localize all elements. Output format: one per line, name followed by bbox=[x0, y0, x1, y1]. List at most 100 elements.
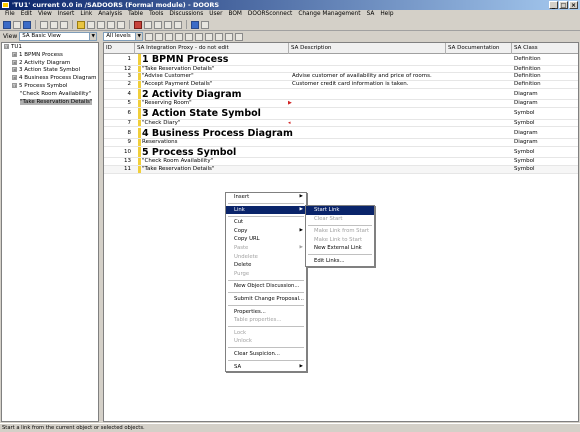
outline-icon[interactable] bbox=[175, 32, 184, 41]
table-row[interactable]: 6 3 Action State Symbol Symbol bbox=[104, 108, 578, 120]
properties-icon[interactable] bbox=[225, 32, 234, 41]
menu-item-clear-suspicion[interactable]: Clear Suspicion... bbox=[226, 350, 306, 359]
tree-node[interactable]: ⊟ 5 Process Symbol bbox=[2, 82, 98, 91]
tree-node[interactable]: ⊞ 3 Action State Symbol bbox=[2, 67, 98, 75]
column-header-id[interactable]: ID bbox=[104, 43, 135, 54]
insert-child-icon[interactable] bbox=[60, 20, 68, 29]
cut-icon[interactable] bbox=[87, 20, 95, 29]
table-row[interactable]: 8 4 Business Process Diagram Diagram bbox=[104, 127, 578, 139]
menu-item-new-external-link[interactable]: New External Link bbox=[306, 244, 374, 253]
column-header-description[interactable]: SA Description bbox=[289, 43, 446, 54]
menu-item-insert[interactable]: Insert ▶ bbox=[226, 193, 306, 202]
menu-item-start-link[interactable]: Start Link bbox=[306, 206, 374, 215]
menu-item-link[interactable]: Link ▶ bbox=[226, 205, 306, 215]
copy-icon[interactable] bbox=[97, 20, 105, 29]
print-icon[interactable] bbox=[13, 20, 21, 29]
table-row[interactable]: 10 5 Process Symbol Symbol bbox=[104, 146, 578, 159]
menu-sa[interactable]: SA bbox=[364, 10, 378, 19]
menu-separator bbox=[228, 326, 304, 328]
maximize-button[interactable]: □ bbox=[559, 1, 568, 9]
menu-insert[interactable]: Insert bbox=[55, 10, 78, 19]
spellcheck-icon[interactable] bbox=[174, 20, 182, 29]
sort-icon[interactable] bbox=[154, 20, 162, 29]
menu-item-cut[interactable]: Cut bbox=[226, 218, 306, 227]
menu-change-management[interactable]: Change Management bbox=[295, 10, 363, 19]
column-header-documentation[interactable]: SA Documentation bbox=[446, 43, 512, 54]
insert-above-icon[interactable] bbox=[40, 20, 48, 29]
menu-edit[interactable]: Edit bbox=[18, 10, 35, 19]
help-icon[interactable] bbox=[201, 20, 209, 29]
tree-node[interactable]: "Check Room Availability" bbox=[2, 91, 98, 99]
menu-link[interactable]: Link bbox=[77, 10, 95, 19]
class-cell: Diagram bbox=[514, 129, 538, 136]
menu-view[interactable]: View bbox=[35, 10, 55, 19]
view-select[interactable]: SA Basic View ▼ bbox=[19, 32, 98, 41]
table-row[interactable]: 3 "Advise Customer" Advise customer of ava… bbox=[104, 73, 578, 82]
collapse-icon[interactable]: ⊟ bbox=[12, 82, 17, 88]
tree-node[interactable]: ⊞ 2 Activity Diagram bbox=[2, 59, 98, 68]
table-row[interactable]: 11 "Take Reservation Details" Symbol bbox=[104, 166, 578, 174]
filter-icon[interactable] bbox=[145, 32, 154, 41]
table-row[interactable]: 5 "Reserving Room" ▶ Diagram bbox=[104, 100, 578, 109]
tree-node[interactable]: ⊟ TU1 bbox=[2, 44, 98, 52]
show-graphics-icon[interactable] bbox=[165, 32, 174, 41]
column-header-class[interactable]: SA Class bbox=[512, 43, 578, 54]
object-id-cell: 8 bbox=[127, 129, 132, 136]
menu-item-copy-url[interactable]: Copy URL bbox=[226, 235, 306, 244]
minimize-button[interactable]: _ bbox=[549, 1, 558, 9]
menu-file[interactable]: File bbox=[2, 10, 18, 19]
expand-icon[interactable]: ⊞ bbox=[12, 59, 17, 65]
menu-user[interactable]: User bbox=[206, 10, 225, 19]
levels-select[interactable]: All levels ▼ bbox=[103, 32, 144, 41]
table-row[interactable]: 12 "Take Reservation Details" Definition bbox=[104, 65, 578, 74]
menu-item-submit-change-proposal[interactable]: Submit Change Proposal... bbox=[226, 295, 306, 304]
show-tree-icon[interactable] bbox=[155, 32, 164, 41]
column-header-proxy[interactable]: SA Integration Proxy - do not edit bbox=[135, 43, 289, 54]
table-row[interactable]: 7 "Check Diary" ◂ Symbol bbox=[104, 119, 578, 128]
menu-doorsconnect[interactable]: DOORSconnect bbox=[245, 10, 295, 19]
module-icon[interactable] bbox=[23, 20, 31, 29]
menu-item-properties[interactable]: Properties... bbox=[226, 308, 306, 317]
expand-icon[interactable]: ⊞ bbox=[12, 67, 17, 73]
menu-help[interactable]: Help bbox=[377, 10, 396, 19]
close-button[interactable]: × bbox=[569, 1, 578, 9]
table-row[interactable]: 9 Reservations Diagram bbox=[104, 139, 578, 147]
menu-item-sa[interactable]: SA ▶ bbox=[226, 363, 306, 372]
tree-node[interactable]: ⊞ 4 Business Process Diagram bbox=[2, 75, 98, 83]
table-icon[interactable] bbox=[195, 32, 204, 41]
expand-icon[interactable]: ⊞ bbox=[12, 51, 17, 57]
tree-node[interactable]: ⊞ 1 BPMN Process bbox=[2, 51, 98, 60]
link-icon[interactable] bbox=[134, 20, 142, 29]
filter-icon[interactable] bbox=[144, 20, 152, 29]
table-row[interactable]: 2 "Accept Payment Details" Customer credit… bbox=[104, 81, 578, 89]
links-icon[interactable] bbox=[205, 32, 214, 41]
object-marker-bar bbox=[138, 108, 141, 119]
sync-icon[interactable] bbox=[191, 20, 199, 29]
edit-icon[interactable] bbox=[77, 20, 85, 29]
menu-item-delete[interactable]: Delete bbox=[226, 261, 306, 270]
table-row[interactable]: 13 "Check Room Availability" Symbol bbox=[104, 158, 578, 167]
menu-item-copy[interactable]: Copy ▶ bbox=[226, 227, 306, 236]
insert-below-icon[interactable] bbox=[50, 20, 58, 29]
find-icon[interactable] bbox=[164, 20, 172, 29]
class-cell: Diagram bbox=[514, 139, 538, 145]
table-row[interactable]: 4 2 Activity Diagram Diagram bbox=[104, 88, 578, 101]
undo-icon[interactable] bbox=[117, 20, 125, 29]
menu-tools[interactable]: Tools bbox=[146, 10, 166, 19]
columns-icon[interactable] bbox=[215, 32, 224, 41]
tree-node[interactable]: "Take Reservation Details" bbox=[2, 98, 98, 107]
module-explorer-tree[interactable]: ⊟ TU1 ⊞ 1 BPMN Process ⊞ 2 Activity Diagram ⊞ 3… bbox=[1, 42, 99, 422]
paste-icon[interactable] bbox=[107, 20, 115, 29]
save-icon[interactable] bbox=[3, 20, 11, 29]
level-icon[interactable] bbox=[185, 32, 194, 41]
menu-bom[interactable]: BOM bbox=[225, 10, 244, 19]
table-row[interactable]: 1 1 BPMN Process Definition bbox=[104, 54, 578, 66]
menu-table[interactable]: Table bbox=[125, 10, 146, 19]
menu-discussions[interactable]: Discussions bbox=[166, 10, 206, 19]
menu-analysis[interactable]: Analysis bbox=[95, 10, 125, 19]
expand-icon[interactable]: ⊞ bbox=[12, 75, 17, 81]
history-icon[interactable] bbox=[235, 32, 244, 41]
menu-item-new-object-discussion[interactable]: New Object Discussion... bbox=[226, 282, 306, 291]
menu-item-edit-links[interactable]: Edit Links... bbox=[306, 257, 374, 266]
collapse-icon[interactable]: ⊟ bbox=[4, 44, 9, 49]
